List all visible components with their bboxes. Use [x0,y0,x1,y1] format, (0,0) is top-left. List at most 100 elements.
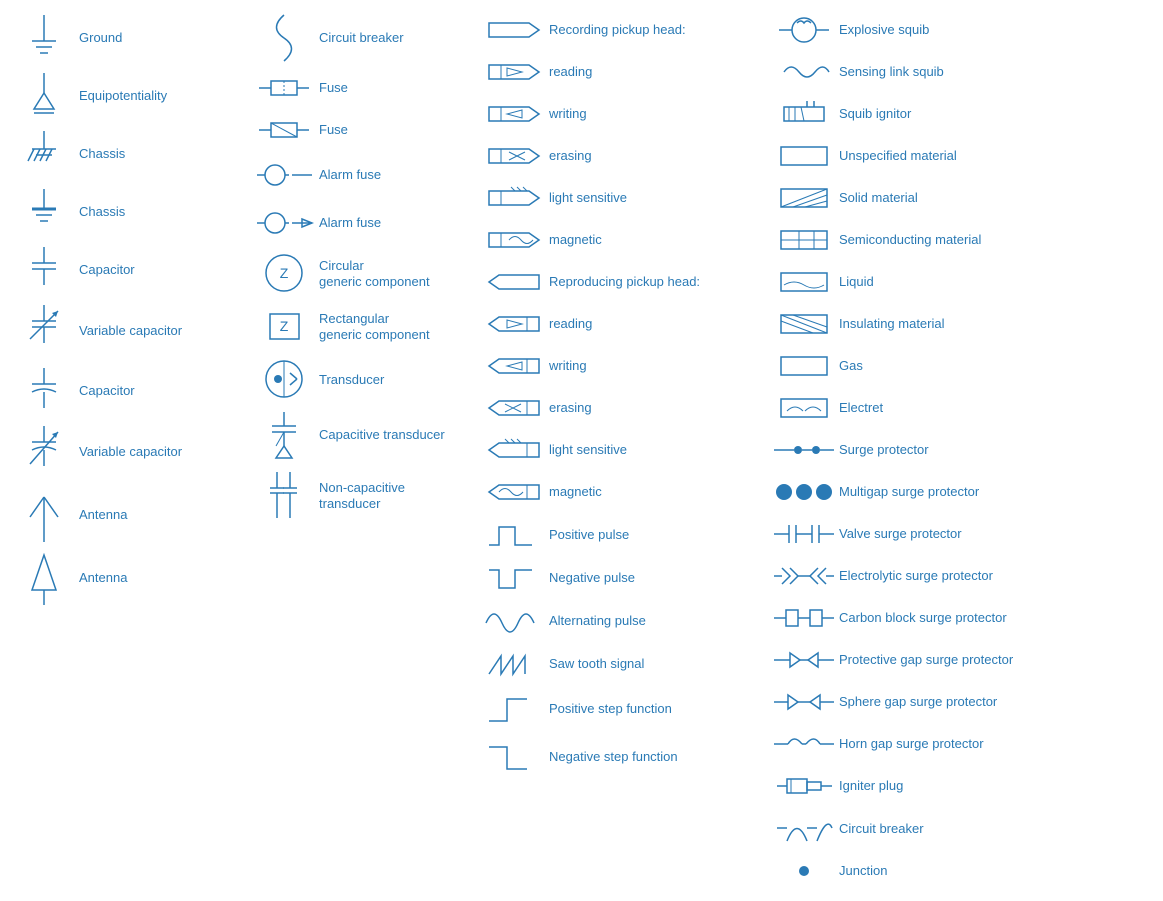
item-solid-material: Solid material [775,178,1065,218]
variable-capacitor2-label: Variable capacitor [79,444,182,460]
chassis2-symbol [19,187,69,237]
item-chassis2: Chassis [15,184,255,240]
negative-step-label: Negative step function [549,749,678,765]
main-page: Ground Equipotentiality [0,0,1163,901]
fuse1-symbol [259,73,309,103]
protective-gap-surge-label: Protective gap surge protector [839,652,1013,668]
rec-light-symbol [489,183,539,213]
item-rep-head-title: Reproducing pickup head: [485,262,775,302]
sphere-gap-surge-symbol [779,688,829,716]
capacitor1-symbol [19,245,69,295]
liquid-label: Liquid [839,274,874,290]
alarm-fuse1-symbol [259,155,309,195]
svg-text:Z: Z [279,265,288,281]
capacitive-transducer-symbol [259,410,309,460]
explosive-squib-label: Explosive squib [839,22,929,38]
antenna2-label: Antenna [79,570,127,586]
item-rec-writing: writing [485,94,775,134]
item-explosive-squib: Explosive squib [775,10,1065,50]
gas-symbol [779,355,829,377]
column-1: Ground Equipotentiality [15,10,255,891]
item-surge-protector: Surge protector [775,430,1065,470]
capacitor2-symbol [19,366,69,416]
carbon-block-surge-symbol [779,604,829,632]
rep-light-label: light sensitive [549,442,627,458]
rec-reading-symbol [489,57,539,87]
rep-light-symbol [489,435,539,465]
sensing-link-squib-symbol [779,57,829,87]
squib-ignitor-symbol [779,99,829,129]
item-igniter-plug: Igniter plug [775,766,1065,806]
chassis2-label: Chassis [79,204,125,220]
antenna1-symbol [19,487,69,542]
alarm-fuse1-label: Alarm fuse [319,167,381,183]
junction-symbol [779,860,829,882]
alarm-fuse2-symbol [259,203,309,243]
rectangular-generic-label: Rectangular generic component [319,311,430,342]
item-alternating-pulse: Alternating pulse [485,600,775,641]
capacitive-transducer-label: Capacitive transducer [319,427,445,443]
item-equipotentiality: Equipotentiality [15,68,255,124]
item-unspecified-material: Unspecified material [775,136,1065,176]
ground-symbol [19,13,69,63]
equipotentiality-label: Equipotentiality [79,88,167,104]
rec-writing-symbol [489,99,539,129]
item-rectangular-generic: Z Rectangular generic component [255,301,485,352]
item-circular-generic: Z Circular generic component [255,248,485,299]
igniter-plug-label: Igniter plug [839,778,903,794]
item-positive-step: Positive step function [485,686,775,732]
ground-label: Ground [79,30,122,46]
variable-capacitor1-label: Variable capacitor [79,323,182,339]
alternating-pulse-label: Alternating pulse [549,613,646,629]
saw-tooth-symbol [489,646,539,681]
item-liquid: Liquid [775,262,1065,302]
antenna2-symbol [19,550,69,605]
item-variable-capacitor2: Variable capacitor [15,421,255,482]
column-3: Recording pickup head: reading writi [485,10,775,891]
rep-magnetic-symbol [489,477,539,507]
column-4: Explosive squib Sensing link squib [775,10,1065,891]
item-capacitor2: Capacitor [15,363,255,419]
explosive-squib-symbol [779,15,829,45]
rep-erasing-symbol [489,393,539,423]
fuse2-label: Fuse [319,122,348,138]
capacitor1-label: Capacitor [79,262,135,278]
surge-protector-label: Surge protector [839,442,929,458]
alarm-fuse2-label: Alarm fuse [319,215,381,231]
surge-protector-symbol [779,439,829,461]
rec-writing-label: writing [549,106,587,122]
item-squib-ignitor: Squib ignitor [775,94,1065,134]
unspecified-material-label: Unspecified material [839,148,957,164]
variable-capacitor1-symbol [19,303,69,358]
negative-pulse-label: Negative pulse [549,570,635,586]
multigap-surge-label: Multigap surge protector [839,484,979,500]
svg-text:Z: Z [279,318,288,334]
unspecified-material-symbol [779,145,829,167]
item-transducer: Transducer [255,354,485,405]
rec-magnetic-label: magnetic [549,232,602,248]
column-2: Circuit breaker Fuse [255,10,485,891]
chassis1-label: Chassis [79,146,125,162]
item-fuse1: Fuse [255,68,485,108]
rep-magnetic-label: magnetic [549,484,602,500]
item-negative-step: Negative step function [485,734,775,780]
rec-erasing-label: erasing [549,148,592,164]
item-rep-erasing: erasing [485,388,775,428]
igniter-plug-symbol [779,772,829,800]
item-rec-light: light sensitive [485,178,775,218]
item-rep-writing: writing [485,346,775,386]
sphere-gap-surge-label: Sphere gap surge protector [839,694,997,710]
electrolytic-surge-symbol [779,562,829,590]
saw-tooth-label: Saw tooth signal [549,656,644,672]
circular-generic-label: Circular generic component [319,258,430,289]
insulating-material-label: Insulating material [839,316,945,332]
circuit-breaker-label: Circuit breaker [319,30,404,46]
item-electret: Electret [775,388,1065,428]
item-carbon-block-surge: Carbon block surge protector [775,598,1065,638]
rep-head-title-label: Reproducing pickup head: [549,274,700,290]
item-rep-reading: reading [485,304,775,344]
negative-pulse-symbol [489,560,539,595]
gas-label: Gas [839,358,863,374]
insulating-material-symbol [779,313,829,335]
capacitor2-label: Capacitor [79,383,135,399]
